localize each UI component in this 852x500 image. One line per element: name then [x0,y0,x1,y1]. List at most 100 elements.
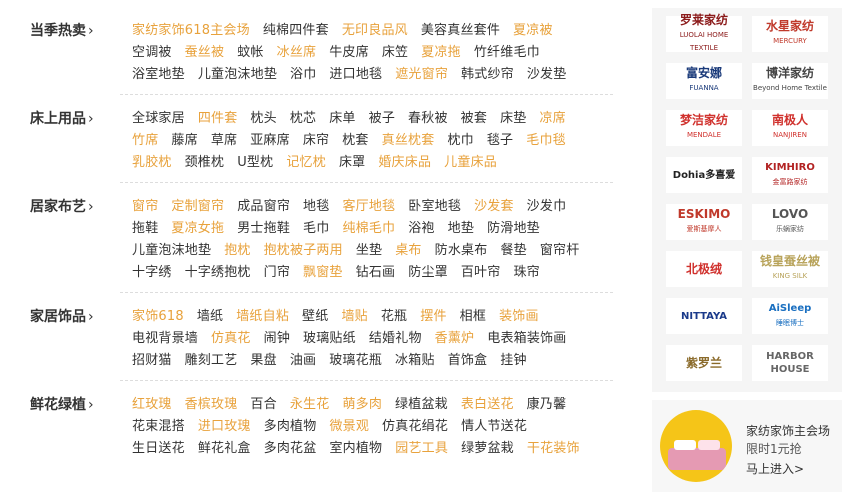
category-link[interactable]: 浴袍 [408,218,434,240]
category-link[interactable]: 情人节送花 [461,416,527,438]
category-link[interactable]: 真丝枕套 [382,130,435,152]
category-link[interactable]: 男士拖鞋 [237,218,290,240]
category-link[interactable]: 墙纸 [197,306,223,328]
category-link[interactable]: 美容真丝套件 [421,20,500,42]
category-link[interactable]: 无印良品风 [342,20,408,42]
category-link[interactable]: 枕巾 [447,130,473,152]
category-link[interactable]: 卧室地毯 [408,196,461,218]
nittaya-logo[interactable]: NITTAYA [666,298,742,334]
category-link[interactable]: 挂钟 [500,350,526,372]
category-link[interactable]: 床单 [329,108,355,130]
category-link[interactable]: 十字绣抱枕 [185,262,251,284]
category-link[interactable]: 拖鞋 [132,218,158,240]
category-link[interactable]: 生日送花 [132,438,185,460]
category-link[interactable]: 韩式纱帘 [461,64,514,86]
category-title[interactable]: 当季热卖 › [30,20,94,40]
category-link[interactable]: 婚庆床品 [378,152,431,174]
category-link[interactable]: 百叶帘 [461,262,501,284]
category-link[interactable]: 家纺家饰618主会场 [132,20,250,42]
category-link[interactable]: 香薰炉 [435,328,475,350]
nanjiren-logo[interactable]: 南极人 NANJIREN [752,110,828,146]
category-link[interactable]: 抱枕 [224,240,250,262]
category-link[interactable]: 花束混搭 [132,416,185,438]
category-link[interactable]: 藤席 [171,130,197,152]
category-link[interactable]: 儿童泡沫地垫 [198,64,277,86]
category-link[interactable]: 雕刻工艺 [185,350,238,372]
category-link[interactable]: 牛皮席 [329,42,369,64]
category-link[interactable]: 夏凉被 [513,20,553,42]
category-link[interactable]: 床帘 [303,130,329,152]
category-link[interactable]: 春秋被 [408,108,448,130]
category-link[interactable]: 进口玫瑰 [198,416,251,438]
category-link[interactable]: 仿真花绢花 [382,416,448,438]
category-link[interactable]: 墙纸自粘 [236,306,289,328]
category-link[interactable]: 纯棉毛巾 [342,218,395,240]
beyond-logo[interactable]: 博洋家纺 Beyond Home Textile [752,63,828,99]
category-link[interactable]: 沙发套 [474,196,514,218]
category-link[interactable]: 干花装饰 [527,438,580,460]
category-link[interactable]: 抱枕被子两用 [264,240,343,262]
category-link[interactable]: U型枕 [237,152,273,174]
category-link[interactable]: 萌多肉 [342,394,382,416]
category-link[interactable]: 壁纸 [302,306,328,328]
category-link[interactable]: 儿童泡沫地垫 [132,240,211,262]
category-link[interactable]: 浴巾 [290,64,316,86]
mendale-logo[interactable]: 梦洁家纺 MENDALE [666,110,742,146]
category-link[interactable]: 墙贴 [341,306,367,328]
category-link[interactable]: 竹纤维毛巾 [474,42,540,64]
category-link[interactable]: 空调被 [132,42,172,64]
category-title[interactable]: 鲜花绿植 › [30,394,94,414]
category-link[interactable]: 招财猫 [132,350,172,372]
category-link[interactable]: 油画 [290,350,316,372]
category-link[interactable]: 首饰盒 [448,350,488,372]
category-link[interactable]: 儿童床品 [444,152,497,174]
category-link[interactable]: 飘窗垫 [303,262,343,284]
promo-cta[interactable]: 马上进入> [746,460,804,477]
category-link[interactable]: 毛巾毯 [526,130,566,152]
category-link[interactable]: 十字绣 [132,262,172,284]
category-link[interactable]: 定制窗帘 [171,196,224,218]
category-link[interactable]: 百合 [250,394,276,416]
dohia-logo[interactable]: Dohia多喜爱 [666,157,742,193]
category-link[interactable]: 餐垫 [500,240,526,262]
category-link[interactable]: 室内植物 [329,438,382,460]
category-link[interactable]: 枕套 [342,130,368,152]
category-link[interactable]: 沙发垫 [527,64,567,86]
category-link[interactable]: 四件套 [198,108,238,130]
category-link[interactable]: 枕芯 [290,108,316,130]
category-link[interactable]: 防滑地垫 [487,218,540,240]
category-link[interactable]: 窗帘 [132,196,158,218]
lovo-logo[interactable]: LOVO 乐蜗家纺 [752,204,828,240]
category-link[interactable]: 蚕丝被 [185,42,225,64]
category-link[interactable]: 防尘罩 [408,262,448,284]
category-title[interactable]: 床上用品 › [30,108,94,128]
zijing-logo[interactable]: 紫罗兰 [666,345,742,381]
category-link[interactable]: 凉席 [539,108,565,130]
category-link[interactable]: 沙发巾 [527,196,567,218]
category-link[interactable]: 家饰618 [132,306,184,328]
category-link[interactable]: 枕头 [250,108,276,130]
category-link[interactable]: 红玫瑰 [132,394,172,416]
category-link[interactable]: 电视背景墙 [132,328,198,350]
category-link[interactable]: 亚麻席 [250,130,290,152]
category-link[interactable]: 颈椎枕 [185,152,225,174]
category-link[interactable]: 成品窗帘 [237,196,290,218]
category-link[interactable]: 窗帘杆 [540,240,580,262]
category-link[interactable]: 果盘 [250,350,276,372]
category-link[interactable]: 被子 [369,108,395,130]
category-link[interactable]: 鲜花礼盒 [198,438,251,460]
harborhouse-logo[interactable]: HARBOR HOUSE [752,345,828,381]
category-link[interactable]: 记忆枕 [286,152,326,174]
category-link[interactable]: 地垫 [448,218,474,240]
category-link[interactable]: 客厅地毯 [342,196,395,218]
mercury-logo[interactable]: 水星家纺 MERCURY [752,16,828,52]
category-link[interactable]: 钻石画 [356,262,396,284]
kingsilk-logo[interactable]: 钱皇蚕丝被 KING SILK [752,251,828,287]
category-link[interactable]: 玻璃花瓶 [329,350,382,372]
category-link[interactable]: 纯棉四件套 [263,20,329,42]
category-link[interactable]: 绿萝盆栽 [461,438,514,460]
category-link[interactable]: 珠帘 [513,262,539,284]
eskimo-logo[interactable]: ESKIMO 爱斯基摩人 [666,204,742,240]
category-link[interactable]: 全球家居 [132,108,185,130]
category-link[interactable]: 乳胶枕 [132,152,172,174]
